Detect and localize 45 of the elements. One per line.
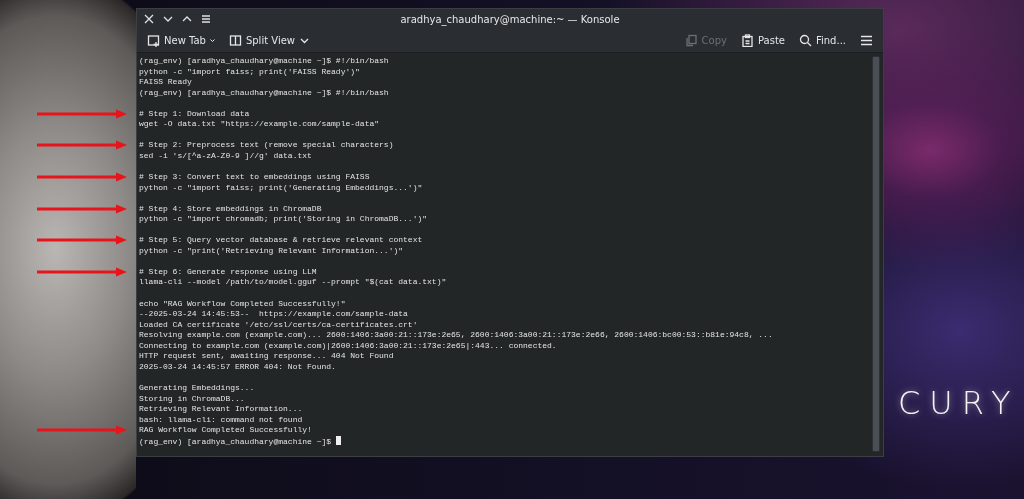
split-view-icon	[228, 34, 242, 47]
terminal-line: Generating Embeddings...	[139, 382, 255, 392]
terminal-line: sed -i 's/[^a-zA-Z0-9 ]//g' data.txt	[139, 150, 312, 160]
wallpaper-text: CURY	[898, 384, 1020, 422]
paste-button[interactable]: Paste	[736, 30, 789, 51]
clipboard-icon	[740, 34, 754, 47]
terminal-line: # Step 1: Download data	[139, 108, 250, 118]
search-icon	[798, 34, 812, 47]
terminal-line: Storing in ChromaDB...	[139, 393, 245, 403]
terminal-line: Resolving example.com (example.com)... 2600:1406:3a00:21::173e:2e65, 2600:1406:3a00:21::173e:2e66, 2600:1406:bc00:53::b81e:94c8, ...	[139, 330, 773, 340]
scrollbar[interactable]	[872, 56, 880, 452]
close-icon	[143, 13, 155, 25]
new-tab-button[interactable]: New Tab	[143, 30, 219, 51]
terminal-line: --2025-03-24 14:45:53-- https://example.com/sample-data	[139, 309, 408, 319]
copy-icon	[684, 34, 698, 47]
split-view-button[interactable]: Split View	[224, 30, 314, 51]
terminal-line: # Step 5: Query vector database & retrieve relevant context	[139, 235, 423, 245]
terminal-line: Retrieving Relevant Information...	[139, 404, 303, 414]
terminal-line: echo "RAG Workflow Completed Successfully!"	[139, 298, 346, 308]
window-title: aradhya_chaudhary@machine:~ — Konsole	[399, 13, 621, 25]
terminal-line: python -c "import chromadb; print('Storing in ChromaDB...')"	[139, 214, 428, 224]
terminal-line: (rag_env) [aradhya_chaudhary@machine ~]$	[139, 436, 333, 446]
new-tab-icon	[147, 34, 160, 47]
terminal-line: python -c "import faiss; print('FAISS Ready')"	[139, 66, 360, 76]
terminal-line: python -c "import faiss; print('Generating Embeddings...')"	[139, 182, 423, 192]
terminal-line: (rag_env) [aradhya_chaudhary@machine ~]$ #!/bin/bash	[139, 56, 389, 65]
menu-icon	[200, 13, 212, 25]
terminal-line: 2025-03-24 14:45:57 ERROR 404: Not Found.	[139, 361, 336, 371]
terminal-line: Connecting to example.com (example.com)|2600:1406:3a00:21::173e:2e65|:443... connected.	[139, 340, 557, 350]
terminal-line: python -c "print('Retrieving Relevant Information...')"	[139, 245, 404, 255]
menu-icon	[860, 34, 873, 47]
terminal-line: # Step 2: Preprocess text (remove special characters)	[139, 140, 394, 150]
terminal-line: Loaded CA certificate '/etc/ssl/certs/ca-certificates.crt'	[139, 319, 418, 329]
terminal-line: # Step 4: Store embeddings in ChromaDB	[139, 203, 322, 213]
terminal-line: (rag_env) [aradhya_chaudhary@machine ~]$ #!/bin/bash	[139, 87, 389, 97]
terminal-line: wget -O data.txt "https://example.com/sample-data"	[139, 119, 380, 129]
terminal-line: HTTP request sent, awaiting response... 404 Not Found	[139, 351, 394, 361]
terminal-line: # Step 3: Convert text to embeddings using FAISS	[139, 172, 370, 181]
find-button[interactable]: Find...	[794, 30, 850, 51]
dropdown-caret-icon	[209, 38, 215, 43]
terminal-line: # Step 6: Generate response using LLM	[139, 266, 317, 276]
terminal-line: RAG Workflow Completed Successfully!	[139, 425, 312, 435]
terminal-line: bash: llama-cli: command not found	[139, 414, 303, 424]
terminal-line: llama-cli --model /path/to/model.gguf --prompt "$(cat data.txt)"	[139, 277, 447, 287]
terminal-line: FAISS Ready	[139, 77, 192, 87]
